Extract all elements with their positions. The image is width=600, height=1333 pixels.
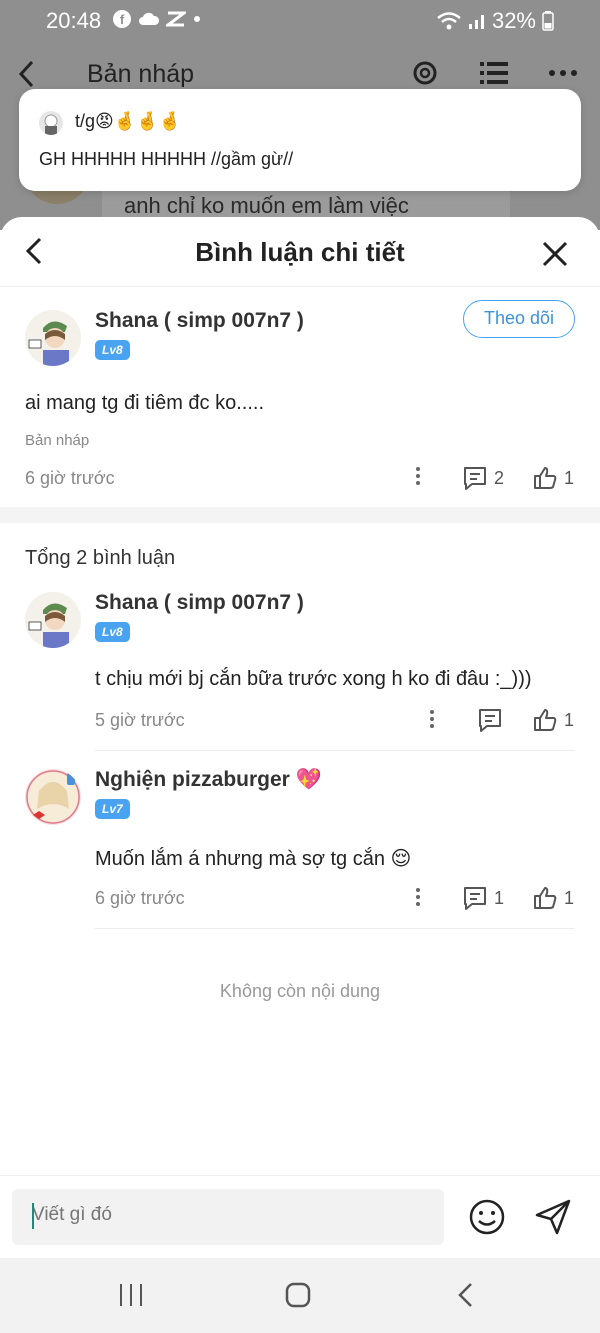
avatar[interactable] <box>25 310 81 366</box>
dot-icon <box>194 16 200 22</box>
text-caret <box>32 1203 34 1229</box>
sheet-title: Bình luận chi tiết <box>195 237 405 267</box>
composer-divider <box>0 1175 600 1176</box>
avatar[interactable] <box>25 769 81 825</box>
comment-divider <box>95 750 575 751</box>
level-badge: Lv7 <box>95 799 130 819</box>
like-count: 1 <box>564 467 575 488</box>
like-button[interactable]: 1 <box>532 885 574 911</box>
like-count: 1 <box>564 709 575 730</box>
svg-text:f: f <box>120 12 125 27</box>
battery-percent: 32% <box>491 8 536 33</box>
back-nav-icon[interactable] <box>456 1282 476 1308</box>
level-badge: Lv8 <box>95 340 130 360</box>
thumbs-up-icon <box>534 887 557 909</box>
comment-divider <box>95 928 575 929</box>
close-icon[interactable] <box>540 239 570 269</box>
source-tag[interactable]: Bản nháp <box>25 432 89 449</box>
sheet-header: Bình luận chi tiết <box>0 217 600 287</box>
post-text: ai mang tg đi tiêm đc ko..... <box>25 392 264 414</box>
back-icon <box>18 60 34 88</box>
capcut-icon <box>166 11 186 27</box>
comment-text: t chịu mới bj cắn bữa trước xong h ko đi… <box>95 668 532 690</box>
signal-icon <box>468 15 484 29</box>
comment-total: Tổng 2 bình luận <box>25 547 176 569</box>
facebook-icon: f <box>113 10 131 28</box>
comment-input-field[interactable] <box>32 1204 432 1226</box>
notification-message: GH HHHHH HHHHH //gầm gừ// <box>39 149 294 169</box>
status-bar: 20:48 f 32% <box>0 0 600 42</box>
more-options-icon[interactable] <box>430 707 436 731</box>
comment-time: 5 giờ trước <box>95 710 185 730</box>
battery-icon <box>542 11 554 31</box>
send-icon[interactable] <box>533 1197 573 1237</box>
more-options-icon[interactable] <box>416 885 422 909</box>
recent-apps-icon[interactable] <box>118 1282 144 1308</box>
reply-button[interactable] <box>477 707 509 733</box>
notification-card[interactable]: t/g😡🤞🤞🤞 GH HHHHH HHHHH //gầm gừ// <box>19 89 581 191</box>
list-icon <box>480 62 508 84</box>
end-of-content: Không còn nội dung <box>219 981 381 1001</box>
thumbs-up-icon <box>534 467 557 489</box>
gear-icon <box>413 61 437 85</box>
level-badge: Lv8 <box>95 622 130 642</box>
system-nav-bar <box>0 1258 600 1333</box>
comment-text: Muốn lắm á nhưng mà sợ tg cắn 😌 <box>95 848 412 870</box>
more-icon <box>549 70 577 76</box>
username[interactable]: Shana ( simp 007n7 ) <box>95 309 304 333</box>
username[interactable]: Shana ( simp 007n7 ) <box>95 591 304 615</box>
home-icon[interactable] <box>285 1282 311 1308</box>
username[interactable]: Nghiện pizzaburger 💖 <box>95 768 322 792</box>
comment-icon <box>464 467 486 490</box>
comment-icon <box>479 709 501 732</box>
background-title: Bản nháp <box>87 60 195 88</box>
avatar[interactable] <box>25 592 81 648</box>
comment-detail-sheet: Bình luận chi tiết Shana ( simp 007n7 ) … <box>0 217 600 1258</box>
reply-button[interactable]: 1 <box>462 885 504 911</box>
section-separator <box>0 507 600 523</box>
notification-avatar <box>39 111 63 135</box>
thumbs-up-icon <box>534 709 557 731</box>
comment-count: 2 <box>494 467 505 488</box>
status-time: 20:48 <box>46 8 102 33</box>
like-button[interactable]: 1 <box>532 707 574 733</box>
wifi-icon <box>437 12 461 30</box>
comment-button[interactable]: 2 <box>462 465 504 491</box>
like-count: 1 <box>564 887 575 908</box>
comment-icon <box>464 887 486 910</box>
cloud-icon <box>139 12 160 25</box>
emoji-icon[interactable] <box>467 1197 507 1237</box>
background-snippet: anh chỉ ko muốn em làm việc <box>124 193 409 218</box>
like-button[interactable]: 1 <box>532 465 574 491</box>
notification-sender: t/g😡🤞🤞🤞 <box>75 111 182 131</box>
reply-count: 1 <box>494 887 505 908</box>
post-time: 6 giờ trước <box>25 468 115 488</box>
more-options-icon[interactable] <box>416 464 422 488</box>
follow-button[interactable]: Theo dõi <box>463 300 575 338</box>
comment-time: 6 giờ trước <box>95 888 185 908</box>
comment-input[interactable] <box>12 1189 444 1245</box>
